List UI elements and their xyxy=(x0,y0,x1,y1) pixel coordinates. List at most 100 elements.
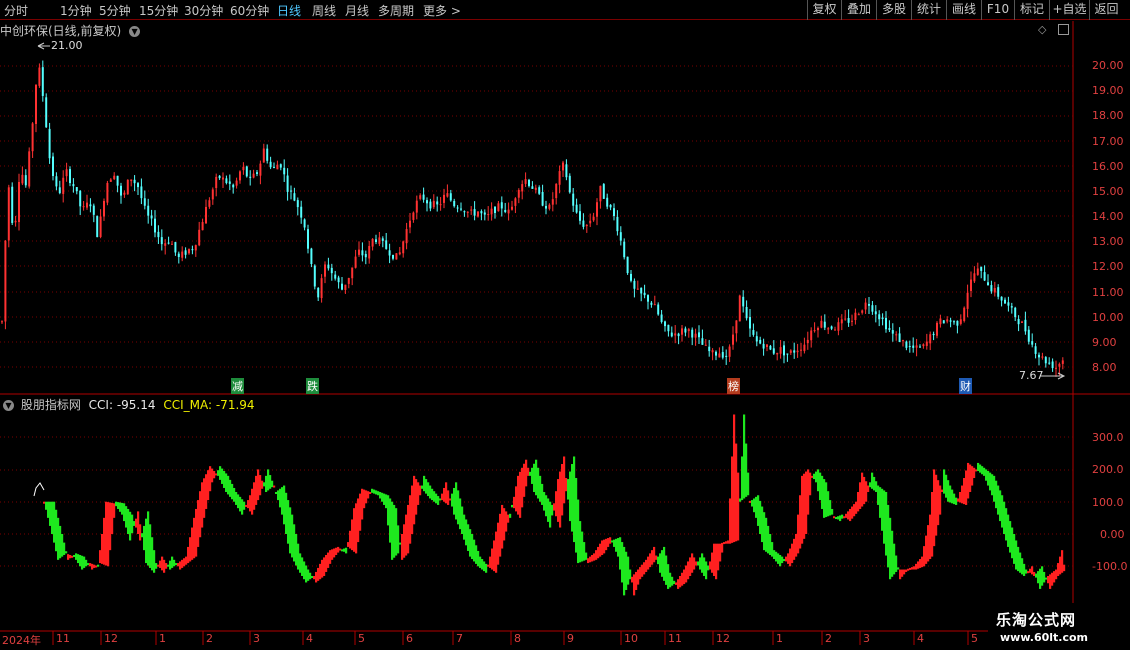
candle-body xyxy=(572,193,575,206)
cci-bar xyxy=(751,500,754,507)
candle-body xyxy=(796,350,799,353)
candle-body xyxy=(504,209,507,212)
candle-body xyxy=(106,182,109,203)
cci-bar xyxy=(1005,508,1008,541)
cci-bar xyxy=(79,554,82,567)
candle-body xyxy=(45,97,48,128)
cci-bar xyxy=(641,564,644,577)
cci-bar xyxy=(445,482,448,504)
cci-bar xyxy=(267,469,270,491)
cci-bar xyxy=(173,559,176,567)
event-marker-finance[interactable]: 财 xyxy=(959,378,972,394)
cci-bar xyxy=(951,489,954,504)
event-marker-reduce[interactable]: 减 xyxy=(231,378,244,394)
cci-bar xyxy=(121,502,124,515)
cci-bar xyxy=(551,504,554,516)
event-marker-rank[interactable]: 榜 xyxy=(727,378,740,394)
cci-bar xyxy=(439,498,442,501)
month-label: 3 xyxy=(253,632,260,645)
month-label: 4 xyxy=(306,632,313,645)
cci-bar xyxy=(979,464,982,473)
cci-bar xyxy=(237,494,240,509)
candle-body xyxy=(823,321,826,328)
cci-bar xyxy=(215,473,218,476)
month-label: 11 xyxy=(668,632,682,645)
cci-bar xyxy=(317,567,320,581)
cci-bar xyxy=(665,555,668,585)
candle-body xyxy=(177,253,180,257)
candle-body xyxy=(718,353,721,358)
cci-bar xyxy=(919,559,922,568)
cci-bar xyxy=(111,502,114,534)
cci-bar xyxy=(479,556,482,568)
cci-bar xyxy=(741,456,744,501)
candle-body xyxy=(932,333,935,336)
cci-bar xyxy=(679,575,682,588)
candle-body xyxy=(351,267,354,279)
candle-body xyxy=(861,310,864,313)
candle-body xyxy=(375,239,377,243)
cci-bar xyxy=(159,560,162,568)
cci-bar xyxy=(845,513,848,518)
candle-body xyxy=(235,180,238,186)
high-price-label: 21.00 xyxy=(51,39,83,52)
cci-bar xyxy=(897,567,900,570)
cci-bar xyxy=(771,542,774,557)
cci-bar xyxy=(1009,521,1012,553)
candle-body xyxy=(1024,319,1027,332)
cci-bar xyxy=(329,550,332,564)
cci-bar xyxy=(343,548,346,552)
cci-bar xyxy=(515,486,518,512)
candle-body xyxy=(273,166,275,168)
cci-bar xyxy=(239,496,242,512)
cci-bar xyxy=(911,567,914,570)
candlestick-series xyxy=(1,60,1064,377)
candle-body xyxy=(99,216,102,237)
cci-bar xyxy=(435,493,438,504)
candle-body xyxy=(381,238,384,241)
candle-body xyxy=(140,186,143,199)
cci-bar xyxy=(989,472,992,491)
cci-bar xyxy=(517,475,520,515)
candle-body xyxy=(371,238,374,247)
cci-bar xyxy=(347,542,350,547)
candle-body xyxy=(1048,362,1051,364)
candle-body xyxy=(188,249,190,254)
cci-bar xyxy=(675,582,678,585)
candle-body xyxy=(290,190,292,192)
cci-bar xyxy=(219,466,222,480)
candle-body xyxy=(888,328,891,330)
cci-bar xyxy=(463,514,466,540)
cci-bar xyxy=(807,469,810,515)
cci-bar xyxy=(183,558,186,567)
cci-bar xyxy=(405,514,408,556)
cci-bar xyxy=(491,548,494,570)
cci-bar xyxy=(1051,572,1054,586)
cci-bar xyxy=(293,524,296,562)
cci-bar xyxy=(899,569,902,580)
cci-bar xyxy=(685,565,688,583)
cci-bar xyxy=(769,534,772,555)
cci-bar xyxy=(1047,575,1050,584)
cci-bar xyxy=(253,482,256,510)
cci-bar xyxy=(815,471,818,483)
cci-bar xyxy=(1027,571,1030,574)
cci-bar xyxy=(889,517,892,580)
cci-bar xyxy=(819,472,822,501)
candle-body xyxy=(891,330,894,334)
candle-body xyxy=(956,320,959,326)
cci-bar xyxy=(311,575,314,578)
cci-bar xyxy=(643,562,646,575)
cci-bar xyxy=(733,414,736,543)
candle-body xyxy=(820,320,823,328)
candle-body xyxy=(650,302,653,305)
candle-body xyxy=(7,187,10,241)
chart-area[interactable] xyxy=(0,0,1130,650)
cci-bar xyxy=(485,563,488,573)
cci-bar xyxy=(875,481,878,493)
candle-body xyxy=(514,198,517,206)
candle-body xyxy=(198,229,201,246)
cci-bar xyxy=(85,559,88,567)
event-marker-drop[interactable]: 跌 xyxy=(306,378,319,394)
candle-body xyxy=(1031,341,1034,345)
